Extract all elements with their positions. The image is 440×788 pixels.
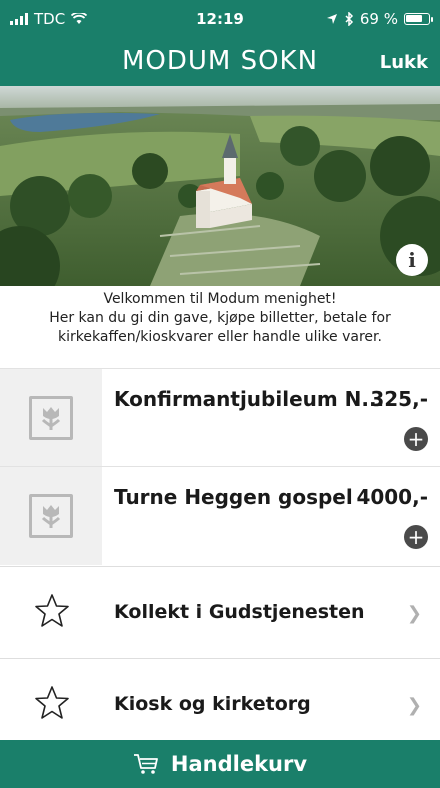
bluetooth-icon <box>345 12 353 26</box>
status-bar: TDC 12:19 69 % <box>0 0 440 36</box>
product-row[interactable]: Konfirmantjubileum N... 325,- + <box>0 368 440 467</box>
add-icon[interactable]: + <box>404 427 428 451</box>
product-thumbnail <box>0 467 102 565</box>
location-icon <box>326 14 337 24</box>
tulip-icon <box>41 407 61 430</box>
chevron-right-icon: ❯ <box>406 603 422 624</box>
category-item[interactable]: Kiosk og kirketorg ❯ <box>0 658 440 750</box>
cart-icon <box>133 754 158 774</box>
add-icon[interactable]: + <box>404 525 428 549</box>
category-label: Kiosk og kirketorg <box>114 693 311 715</box>
battery-percent: 69 % <box>359 10 398 28</box>
tulip-icon <box>41 505 61 528</box>
product-thumbnail <box>0 369 102 467</box>
top-bar: TDC 12:19 69 % MODUM SOKN Lukk <box>0 0 440 86</box>
product-name: Konfirmantjubileum N... <box>114 387 385 411</box>
cart-label: Handlekurv <box>170 752 308 776</box>
close-button[interactable]: Lukk <box>380 52 428 73</box>
chevron-right-icon: ❯ <box>406 695 422 716</box>
page-title: MODUM SOKN <box>121 46 319 76</box>
church-aerial-image <box>0 86 440 286</box>
hero-image: i <box>0 86 440 286</box>
product-row[interactable]: Turne Heggen gospel 4000,- + <box>0 466 440 565</box>
product-price: 325,- <box>370 387 428 411</box>
welcome-text: Velkommen til Modum menighet! Her kan du… <box>49 291 391 345</box>
info-button[interactable]: i <box>396 244 428 276</box>
star-icon <box>35 594 69 627</box>
star-icon <box>35 686 69 719</box>
cart-button[interactable]: Handlekurv <box>0 740 440 788</box>
category-item[interactable]: Kollekt i Gudstjenesten ❯ <box>0 566 440 658</box>
product-name: Turne Heggen gospel <box>114 485 353 509</box>
battery-icon <box>404 13 433 25</box>
product-price: 4000,- <box>356 485 428 509</box>
category-label: Kollekt i Gudstjenesten <box>114 601 365 623</box>
